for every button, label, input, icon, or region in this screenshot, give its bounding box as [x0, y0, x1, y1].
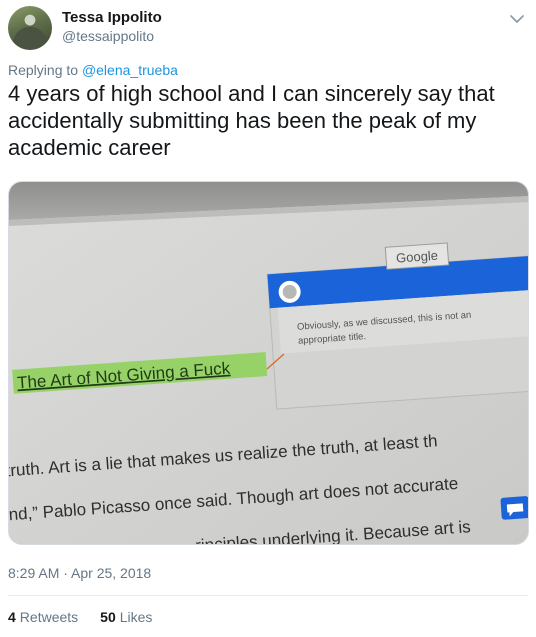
- tweet-text: 4 years of high school and I can sincere…: [8, 81, 495, 160]
- tweet-stats: 4 Retweets 50 Likes: [8, 609, 152, 625]
- comment-box: [266, 254, 528, 410]
- document-photo: Google Obviously, as we discussed, this …: [9, 182, 528, 544]
- replying-prefix: Replying to: [8, 62, 79, 78]
- author-handle[interactable]: @tessaippolito: [62, 28, 154, 44]
- google-label: Google: [396, 248, 439, 266]
- replying-to: Replying to @elena_trueba: [8, 62, 178, 78]
- comment-bubble-icon: [500, 496, 528, 520]
- likes-label: Likes: [119, 609, 153, 625]
- chevron-down-icon[interactable]: [508, 10, 526, 28]
- tweet-media-image[interactable]: Google Obviously, as we discussed, this …: [8, 181, 529, 545]
- tweet-header: Tessa Ippolito @tessaippolito: [8, 6, 530, 50]
- divider: [8, 595, 528, 596]
- tweet: Tessa Ippolito @tessaippolito Replying t…: [0, 0, 536, 637]
- likes-stat[interactable]: 50 Likes: [100, 609, 152, 625]
- retweets-stat[interactable]: 4 Retweets: [8, 609, 78, 625]
- author-name[interactable]: Tessa Ippolito: [62, 9, 162, 26]
- retweets-label: Retweets: [19, 609, 79, 625]
- reply-handle-link[interactable]: @elena_trueba: [82, 62, 178, 78]
- tweet-timestamp[interactable]: 8:29 AM · Apr 25, 2018: [8, 565, 151, 581]
- avatar[interactable]: [8, 6, 52, 50]
- retweets-count: 4: [8, 609, 16, 625]
- likes-count: 50: [100, 609, 116, 625]
